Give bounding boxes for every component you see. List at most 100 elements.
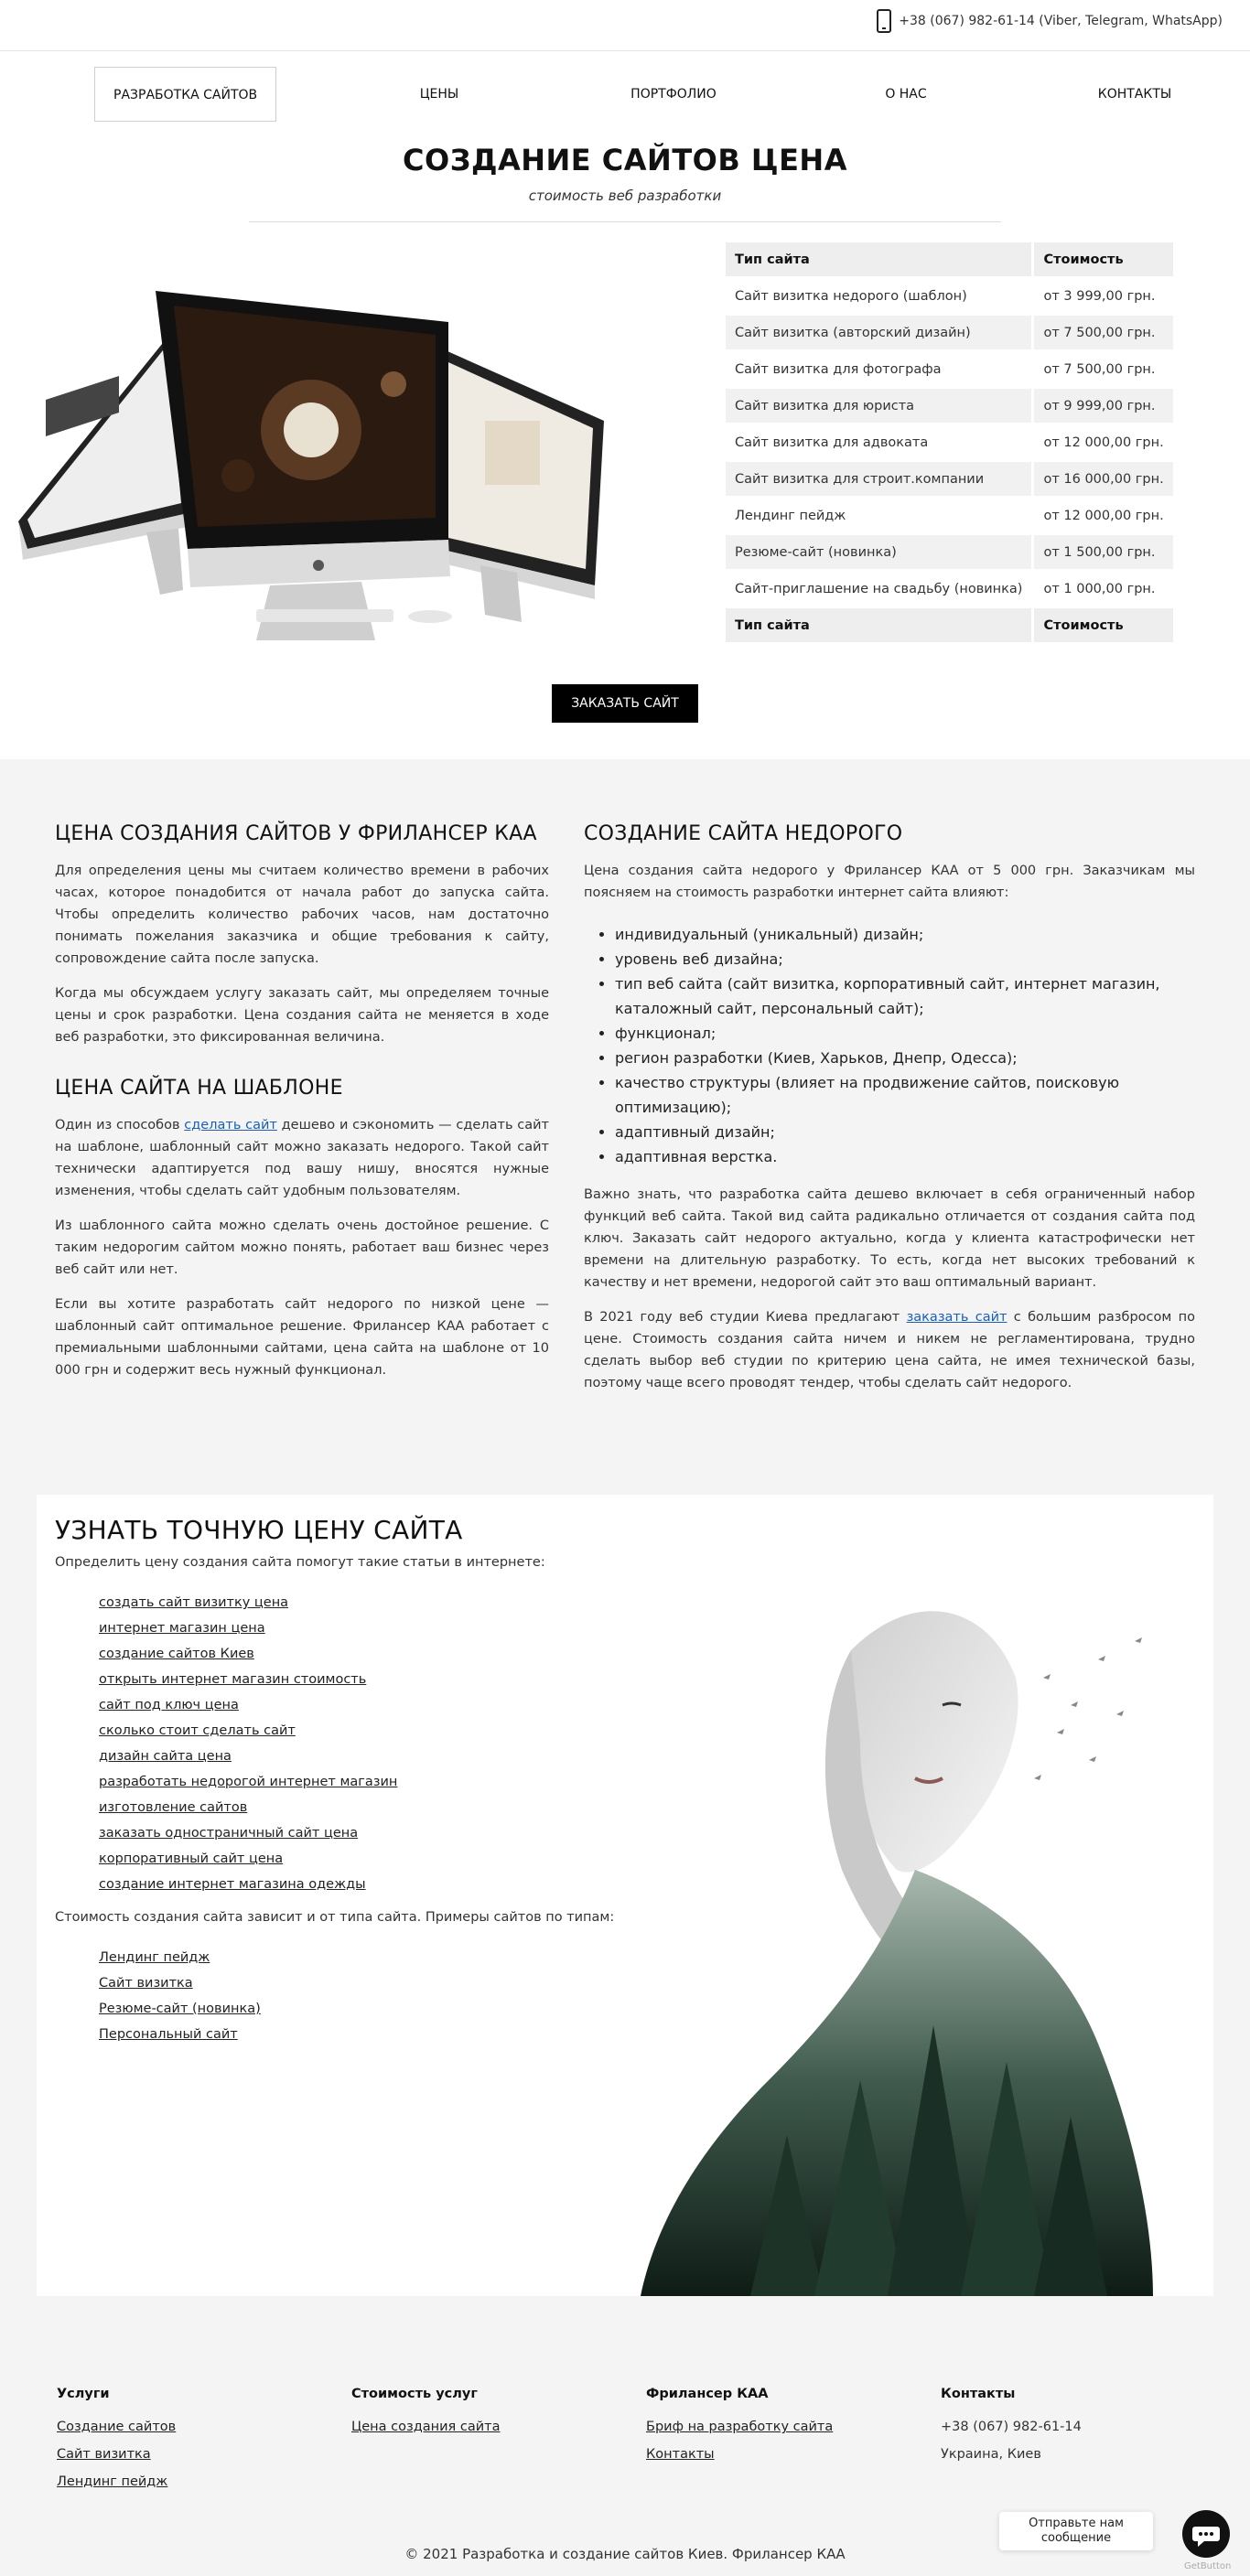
column-footer-type: Тип сайта [726, 608, 1032, 642]
paragraph: Цена создания сайта недорого у Фрилансер… [584, 864, 1195, 900]
chat-button[interactable] [1182, 2510, 1230, 2558]
table-row: Сайт визитка (авторский дизайн) от 7 500,… [726, 316, 1173, 349]
table-header-row: Тип сайта Стоимость [726, 242, 1173, 276]
article-link[interactable]: создать сайт визитку цена [99, 1595, 288, 1610]
footer-heading: Стоимость услуг [351, 2387, 478, 2401]
face-shape [851, 1611, 1018, 1873]
row-cost: от 3 999,00 грн. [1034, 279, 1173, 313]
card-intro: Определить цену создания сайта помогут т… [55, 1555, 545, 1570]
list-item: корпоративный сайт цена [99, 1846, 397, 1872]
article-links-list: создать сайт визитку цена интернет магаз… [99, 1590, 397, 1897]
list-item: тип веб сайта (сайт визитка, корпоративн… [615, 971, 1195, 1021]
footer-col-pricing: Стоимость услуг Цена создания сайта [351, 2380, 500, 2441]
page-title: СОЗДАНИЕ САЙТОВ ЦЕНА [403, 143, 847, 177]
row-cost: от 1 000,00 грн. [1034, 572, 1173, 606]
title-divider [249, 221, 1001, 222]
article-link[interactable]: заказать одностраничный сайт цена [99, 1826, 358, 1841]
page-subtitle: стоимость веб разработки [528, 188, 722, 204]
nav-item-development[interactable]: РАЗРАБОТКА САЙТОВ [94, 67, 277, 122]
row-type: Сайт визитка недорого (шаблон) [726, 279, 1032, 313]
list-item: создание сайтов Киев [99, 1641, 397, 1667]
order-site-button[interactable]: ЗАКАЗАТЬ САЙТ [552, 684, 698, 723]
list-item: сколько стоит сделать сайт [99, 1718, 397, 1744]
footer-link[interactable]: Контакты [646, 2441, 833, 2468]
footer-heading: Фрилансер КАА [646, 2387, 769, 2401]
nav-item-contacts[interactable]: КОНТАКТЫ [1089, 67, 1180, 122]
text-fragment: В 2021 году веб студии Киева предлагают [584, 1310, 907, 1325]
footer-link[interactable]: Лендинг пейдж [57, 2468, 176, 2496]
footer-link[interactable]: Создание сайтов [57, 2413, 176, 2441]
article-link[interactable]: изготовление сайтов [99, 1800, 247, 1815]
list-item: адаптивный дизайн; [615, 1120, 1195, 1144]
row-cost: от 9 999,00 грн. [1034, 389, 1173, 423]
row-cost: от 7 500,00 грн. [1034, 316, 1173, 349]
card-intro-types: Стоимость создания сайта зависит и от ти… [55, 1910, 615, 1925]
right-monitor [439, 348, 604, 622]
article-link[interactable]: сколько стоит сделать сайт [99, 1723, 296, 1738]
footer-link[interactable]: Цена создания сайта [351, 2413, 500, 2441]
footer-col-freelancer: Фрилансер КАА Бриф на разработку сайта К… [646, 2380, 833, 2468]
paragraph-with-link: В 2021 году веб студии Киева предлагают … [584, 1306, 1195, 1394]
list-item: Резюме-сайт (новинка) [99, 1996, 261, 2022]
contact-phone[interactable]: +38 (067) 982-61-14 (Viber, Telegram, Wh… [877, 9, 1223, 33]
price-table: Тип сайта Стоимость Сайт визитка недорог… [723, 240, 1176, 645]
main-nav: РАЗРАБОТКА САЙТОВ ЦЕНЫ ПОРТФОЛИО О НАС К… [0, 51, 1250, 139]
phone-text: +38 (067) 982-61-14 (Viber, Telegram, Wh… [899, 14, 1223, 28]
exact-price-card: УЗНАТЬ ТОЧНУЮ ЦЕНУ САЙТА Определить цену… [37, 1495, 1213, 2296]
footer-city: Украина, Киев [941, 2447, 1041, 2462]
list-item: Сайт визитка [99, 1970, 261, 1996]
site-type-link[interactable]: Резюме-сайт (новинка) [99, 2002, 261, 2016]
site-type-links-list: Лендинг пейдж Сайт визитка Резюме-сайт (… [99, 1945, 261, 2047]
make-site-link[interactable]: сделать сайт [184, 1118, 277, 1132]
article-link[interactable]: разработать недорогой интернет магазин [99, 1775, 397, 1789]
site-type-link[interactable]: Персональный сайт [99, 2027, 238, 2042]
section-heading-template: ЦЕНА САЙТА НА ШАБЛОНЕ [55, 1077, 343, 1100]
list-item: сайт под ключ цена [99, 1692, 397, 1718]
row-cost: от 1 500,00 грн. [1034, 535, 1173, 569]
list-item: индивидуальный (уникальный) дизайн; [615, 922, 1195, 947]
forest-portrait-image [641, 1611, 1153, 2296]
factors-list: индивидуальный (уникальный) дизайн; уров… [615, 922, 1195, 1169]
row-type: Сайт визитка (авторский дизайн) [726, 316, 1032, 349]
row-cost: от 16 000,00 грн. [1034, 462, 1173, 496]
footer-col-services: Услуги Создание сайтов Сайт визитка Ленд… [57, 2380, 176, 2496]
article-link[interactable]: корпоративный сайт цена [99, 1852, 283, 1866]
chat-icon [1192, 2527, 1220, 2547]
row-type: Резюме-сайт (новинка) [726, 535, 1032, 569]
paragraph: Для определения цены мы считаем количест… [55, 864, 549, 966]
list-item: открыть интернет магазин стоимость [99, 1667, 397, 1692]
nav-item-about[interactable]: О НАС [869, 67, 943, 122]
nav-item-portfolio[interactable]: ПОРТФОЛИО [619, 67, 728, 122]
column-footer-cost: Стоимость [1034, 608, 1173, 642]
list-item: Персональный сайт [99, 2022, 261, 2047]
site-type-link[interactable]: Лендинг пейдж [99, 1950, 210, 1965]
row-type: Сайт визитка для адвоката [726, 425, 1032, 459]
paragraph: Из шаблонного сайта можно сделать очень … [55, 1218, 549, 1277]
column-header-cost: Стоимость [1034, 242, 1173, 276]
list-item: регион разработки (Киев, Харьков, Днепр,… [615, 1046, 1195, 1070]
column-header-type: Тип сайта [726, 242, 1032, 276]
footer-link[interactable]: Бриф на разработку сайта [646, 2413, 833, 2441]
article-link[interactable]: открыть интернет магазин стоимость [99, 1672, 366, 1687]
order-site-link[interactable]: заказать сайт [907, 1310, 1008, 1325]
footer-heading: Контакты [941, 2387, 1016, 2401]
footer-link[interactable]: Сайт визитка [57, 2441, 176, 2468]
site-type-link[interactable]: Сайт визитка [99, 1976, 193, 1991]
article-link[interactable]: создание сайтов Киев [99, 1647, 254, 1661]
row-type: Сайт-приглашение на свадьбу (новинка) [726, 572, 1032, 606]
article-link[interactable]: сайт под ключ цена [99, 1698, 239, 1712]
footer-col-contacts: Контакты +38 (067) 982-61-14 Украина, Ки… [941, 2380, 1082, 2468]
section-heading-cheap: СОЗДАНИЕ САЙТА НЕДОРОГО [584, 822, 903, 845]
paragraph: Когда мы обсуждаем услугу заказать сайт,… [55, 986, 549, 1045]
table-row: Лендинг пейдж от 12 000,00 грн. [726, 499, 1173, 532]
article-link[interactable]: дизайн сайта цена [99, 1749, 232, 1764]
nav-item-prices[interactable]: ЦЕНЫ [403, 67, 476, 122]
row-cost: от 7 500,00 грн. [1034, 352, 1173, 386]
article-link[interactable]: интернет магазин цена [99, 1621, 265, 1636]
birds-group [1034, 1637, 1142, 1780]
table-footer-row: Тип сайта Стоимость [726, 608, 1173, 642]
widget-credit[interactable]: GetButton [1184, 2561, 1231, 2571]
chat-prompt-bubble[interactable]: Отправьте нам сообщение [999, 2512, 1153, 2550]
list-item: изготовление сайтов [99, 1795, 397, 1820]
article-link[interactable]: создание интернет магазина одежды [99, 1877, 366, 1892]
